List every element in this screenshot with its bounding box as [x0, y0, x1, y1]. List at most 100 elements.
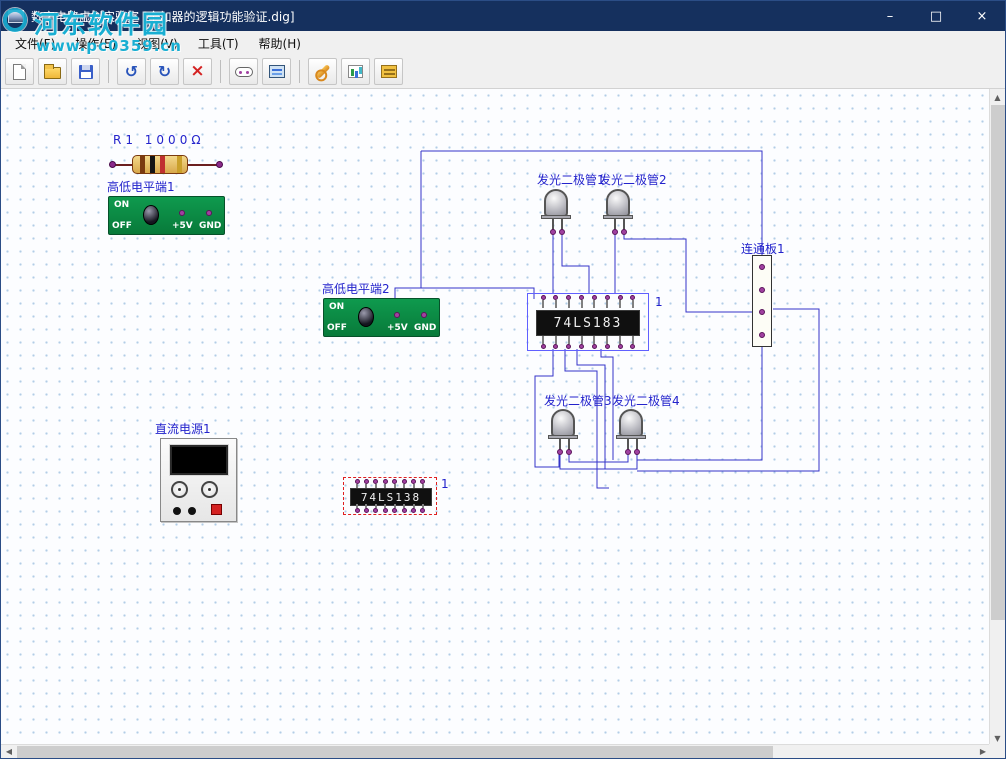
scroll-up-arrow[interactable]: ▲ [990, 89, 1005, 105]
new-file-button[interactable] [5, 58, 34, 85]
power-knob[interactable] [201, 481, 218, 498]
ic-pin[interactable] [553, 336, 559, 349]
ic-pin[interactable] [354, 479, 360, 488]
close-button[interactable]: × [959, 1, 1005, 31]
ic-pin[interactable] [420, 479, 426, 488]
ic-pin[interactable] [401, 479, 407, 488]
ic-74ls183[interactable]: 74LS183 [527, 293, 649, 351]
wire[interactable] [577, 349, 605, 469]
probe-button[interactable] [229, 58, 258, 85]
resistor-pin[interactable] [216, 161, 223, 168]
led-pin[interactable] [625, 449, 631, 455]
board-pin[interactable] [759, 332, 765, 338]
undo-button[interactable]: ↺ [117, 58, 146, 85]
gnd-pin[interactable] [421, 312, 427, 318]
component-library-button[interactable] [374, 58, 403, 85]
ic-pin[interactable] [540, 336, 546, 349]
led-2[interactable] [603, 189, 633, 235]
v5-pin[interactable] [179, 210, 185, 216]
vertical-scrollbar[interactable]: ▲ ▼ [989, 89, 1005, 746]
chart-button[interactable] [341, 58, 370, 85]
ic-pin[interactable] [420, 504, 426, 513]
vertical-scroll-thumb[interactable] [991, 105, 1005, 620]
minimize-button[interactable]: – [867, 1, 913, 31]
menu-operate[interactable]: 操作(E) [65, 32, 126, 55]
ic-pin[interactable] [566, 336, 572, 349]
horizontal-scroll-thumb[interactable] [17, 746, 773, 758]
ic-pin[interactable] [354, 504, 360, 513]
schematic-canvas[interactable]: R1 1000Ω 高低电平端1 ON OFF +5V GND 高低电平端2 [1, 89, 990, 746]
ic-pin[interactable] [630, 336, 636, 349]
app-icon[interactable] [8, 10, 24, 23]
power-terminal-red[interactable] [211, 504, 222, 515]
power-knob[interactable] [171, 481, 188, 498]
resistor-body[interactable] [132, 155, 188, 174]
save-file-button[interactable] [71, 58, 100, 85]
ic-pin[interactable] [363, 479, 369, 488]
power-terminal[interactable] [173, 507, 181, 515]
ic-pin[interactable] [540, 295, 546, 308]
ic-74ls183-body[interactable]: 74LS183 [536, 310, 640, 336]
led-1[interactable] [541, 189, 571, 235]
ic-74ls138[interactable]: 74LS138 [343, 477, 437, 515]
instrument-button[interactable] [262, 58, 291, 85]
ic-pin[interactable] [382, 479, 388, 488]
led-pin[interactable] [621, 229, 627, 235]
menu-help[interactable]: 帮助(H) [249, 32, 311, 55]
ic-pin[interactable] [392, 504, 398, 513]
wire[interactable] [421, 151, 762, 255]
ic-pin[interactable] [373, 504, 379, 513]
led-4[interactable] [616, 409, 646, 455]
led-pin[interactable] [566, 449, 572, 455]
v5-pin[interactable] [394, 312, 400, 318]
ic-pin[interactable] [591, 295, 597, 308]
scroll-left-arrow[interactable]: ◀ [1, 745, 17, 758]
ic-pin[interactable] [553, 295, 559, 308]
maximize-button[interactable]: □ [913, 1, 959, 31]
ic-pin[interactable] [617, 295, 623, 308]
ic-pin[interactable] [401, 504, 407, 513]
menu-file[interactable]: 文件(F) [5, 32, 65, 55]
redo-button[interactable]: ↻ [150, 58, 179, 85]
ic-pin[interactable] [392, 479, 398, 488]
toggle-switch[interactable] [143, 205, 159, 225]
ic-pin[interactable] [604, 336, 610, 349]
delete-button[interactable]: × [183, 58, 212, 85]
gnd-pin[interactable] [206, 210, 212, 216]
ic-pin[interactable] [579, 295, 585, 308]
ic-pin[interactable] [566, 295, 572, 308]
ic-pin[interactable] [617, 336, 623, 349]
led-pin[interactable] [557, 449, 563, 455]
led-pin[interactable] [550, 229, 556, 235]
ic-pin[interactable] [579, 336, 585, 349]
ic-pin[interactable] [591, 336, 597, 349]
power-terminal[interactable] [188, 507, 196, 515]
led-pin[interactable] [559, 229, 565, 235]
open-file-button[interactable] [38, 58, 67, 85]
dc-power-supply[interactable] [160, 438, 237, 522]
toggle-switch[interactable] [358, 307, 374, 327]
ic-pin[interactable] [373, 479, 379, 488]
tools-button[interactable] [308, 58, 337, 85]
wire[interactable] [637, 309, 819, 471]
wire[interactable] [562, 232, 589, 293]
menu-view[interactable]: 视图(V) [126, 32, 188, 55]
led-pin[interactable] [634, 449, 640, 455]
board-pin[interactable] [759, 309, 765, 315]
ic-pin[interactable] [382, 504, 388, 513]
board-pin[interactable] [759, 264, 765, 270]
horizontal-scrollbar[interactable]: ◀ ▶ [1, 744, 991, 758]
wire[interactable] [597, 469, 609, 488]
ic-pin[interactable] [604, 295, 610, 308]
ic-pin[interactable] [411, 479, 417, 488]
board-pin[interactable] [759, 287, 765, 293]
ic-pin[interactable] [363, 504, 369, 513]
menu-tools[interactable]: 工具(T) [188, 32, 249, 55]
ic-pin[interactable] [411, 504, 417, 513]
level-terminal-1[interactable]: ON OFF +5V GND [108, 196, 225, 235]
led-pin[interactable] [612, 229, 618, 235]
ic-pin[interactable] [630, 295, 636, 308]
led-3[interactable] [548, 409, 578, 455]
junction-board[interactable] [752, 255, 772, 347]
resistor-pin[interactable] [109, 161, 116, 168]
